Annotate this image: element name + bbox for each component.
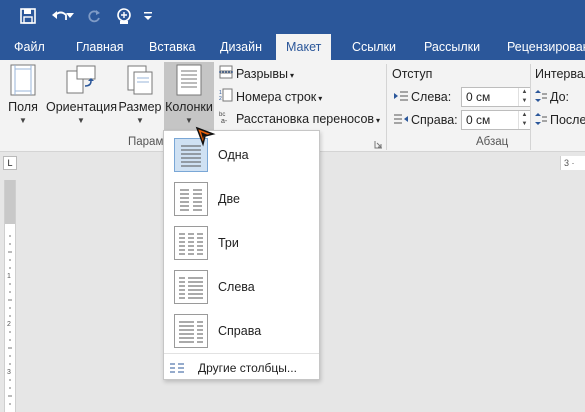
- margins-button[interactable]: Поля ▼: [4, 62, 42, 132]
- title-bar: [0, 0, 585, 34]
- columns-option-label: Одна: [218, 148, 249, 162]
- more-columns-label: Другие столбцы...: [198, 361, 297, 375]
- tab-mailings[interactable]: Рассылки: [424, 34, 480, 60]
- line-numbers-button[interactable]: 1 2 Номера строк ▾: [219, 87, 322, 107]
- page-setup-group-label: Парам: [128, 136, 164, 148]
- paper-size-icon: [126, 64, 154, 99]
- size-button[interactable]: Размер ▼: [118, 62, 162, 132]
- spacing-before-label: До:: [550, 90, 570, 104]
- tab-selector-icon[interactable]: L: [3, 156, 17, 170]
- page-break-icon: [219, 65, 233, 85]
- indent-left-input[interactable]: 0 см ▲ ▼: [461, 87, 531, 107]
- margins-label: Поля: [8, 100, 38, 114]
- hyphenation-label: Расстановка переносов: [236, 112, 375, 126]
- two-columns-icon: [174, 182, 208, 216]
- chevron-down-icon: ▼: [77, 116, 85, 125]
- chevron-down-icon: ▼: [136, 116, 144, 125]
- columns-button[interactable]: Колонки ▼: [164, 62, 214, 132]
- orientation-button[interactable]: Ориентация ▼: [46, 62, 117, 132]
- tab-insert[interactable]: Вставка: [149, 34, 195, 60]
- margins-icon: [10, 64, 36, 99]
- indent-title: Отступ: [392, 67, 433, 81]
- columns-option-one[interactable]: Одна: [164, 133, 319, 177]
- indent-right-icon: [394, 111, 408, 131]
- indent-right-label: Справа:: [411, 113, 458, 127]
- indent-left-value: 0 см: [466, 90, 491, 104]
- columns-dropdown-menu: Одна Две Три Слева Справа Другие столбцы…: [163, 130, 320, 380]
- indent-left-label: Слева:: [411, 90, 452, 104]
- columns-option-right[interactable]: Справа: [164, 309, 319, 353]
- group-separator: [386, 64, 387, 150]
- tab-file[interactable]: Файл: [14, 34, 45, 60]
- chevron-down-icon: ▾: [290, 71, 295, 80]
- spacing-after-row: После: [535, 110, 585, 130]
- indent-right-label-row: Справа:: [394, 110, 458, 130]
- line-numbers-icon: 12: [219, 88, 233, 108]
- right-column-icon: [174, 314, 208, 348]
- chevron-down-icon: ▼: [19, 116, 27, 125]
- indent-left-label-row: Слева:: [394, 87, 451, 107]
- hyphenation-icon: bc a-: [219, 110, 233, 130]
- undo-dropdown-icon[interactable]: [64, 4, 76, 28]
- spinner-arrows-icon[interactable]: ▲ ▼: [518, 88, 530, 106]
- columns-option-label: Слева: [218, 280, 255, 294]
- ribbon-tabs: Файл Главная Вставка Дизайн Макет Ссылки…: [0, 34, 585, 60]
- columns-option-three[interactable]: Три: [164, 221, 319, 265]
- more-columns-icon: [170, 362, 184, 377]
- size-label: Размер: [118, 100, 162, 114]
- columns-option-left[interactable]: Слева: [164, 265, 319, 309]
- spacing-after-icon: [535, 111, 547, 131]
- mouse-cursor-icon: [195, 126, 217, 151]
- svg-text:2: 2: [7, 321, 11, 328]
- indent-left-icon: [394, 88, 408, 108]
- vertical-ruler-track[interactable]: 1 2 3: [4, 180, 16, 412]
- chevron-down-icon: ▾: [318, 94, 323, 103]
- columns-option-label: Справа: [218, 324, 262, 338]
- indent-right-value: 0 см: [466, 113, 491, 127]
- svg-text:1: 1: [7, 273, 11, 280]
- left-column-icon: [174, 270, 208, 304]
- svg-text:3: 3: [7, 369, 11, 376]
- orientation-label: Ориентация: [46, 100, 117, 114]
- columns-option-two[interactable]: Две: [164, 177, 319, 221]
- menu-divider: [164, 353, 319, 354]
- tab-home[interactable]: Главная: [76, 34, 124, 60]
- spacing-after-label: После: [550, 113, 585, 127]
- breaks-button[interactable]: Разрывы ▾: [219, 64, 294, 84]
- redo-icon[interactable]: [82, 4, 106, 28]
- breaks-label: Разрывы: [236, 67, 289, 81]
- indent-right-input[interactable]: 0 см ▲ ▼: [461, 110, 531, 130]
- columns-option-label: Три: [218, 236, 239, 250]
- chevron-down-icon: ▼: [185, 116, 193, 125]
- svg-text:a-: a-: [221, 118, 228, 124]
- spinner-arrows-icon[interactable]: ▲ ▼: [518, 111, 530, 129]
- customize-qat-icon[interactable]: [140, 4, 156, 28]
- more-columns-button[interactable]: Другие столбцы...: [164, 357, 319, 379]
- three-columns-icon: [174, 226, 208, 260]
- vertical-ruler: L 1 2 3: [0, 152, 20, 412]
- tab-layout[interactable]: Макет: [276, 34, 332, 60]
- columns-option-label: Две: [218, 192, 240, 206]
- touch-mode-icon[interactable]: [112, 4, 136, 28]
- line-numbers-label: Номера строк: [236, 90, 317, 104]
- group-separator: [530, 64, 531, 150]
- spacing-before-row: До:: [535, 87, 569, 107]
- hyphenation-button[interactable]: bc a- Расстановка переносов ▾: [219, 109, 380, 129]
- spacing-title: Интервал: [535, 67, 585, 81]
- horizontal-ruler[interactable]: 3 ·: [560, 156, 585, 170]
- tab-references[interactable]: Ссылки: [352, 34, 396, 60]
- save-icon[interactable]: [16, 4, 40, 28]
- paragraph-group-label: Абзац: [476, 136, 509, 148]
- columns-icon: [176, 64, 202, 99]
- orientation-icon: [65, 64, 97, 99]
- columns-label: Колонки: [165, 100, 213, 114]
- chevron-down-icon: ▾: [376, 116, 381, 125]
- svg-text:2: 2: [219, 96, 222, 102]
- tab-design[interactable]: Дизайн: [220, 34, 262, 60]
- spacing-before-icon: [535, 88, 547, 108]
- tab-review[interactable]: Рецензирован: [507, 34, 585, 60]
- dialog-launcher-icon[interactable]: [374, 138, 384, 149]
